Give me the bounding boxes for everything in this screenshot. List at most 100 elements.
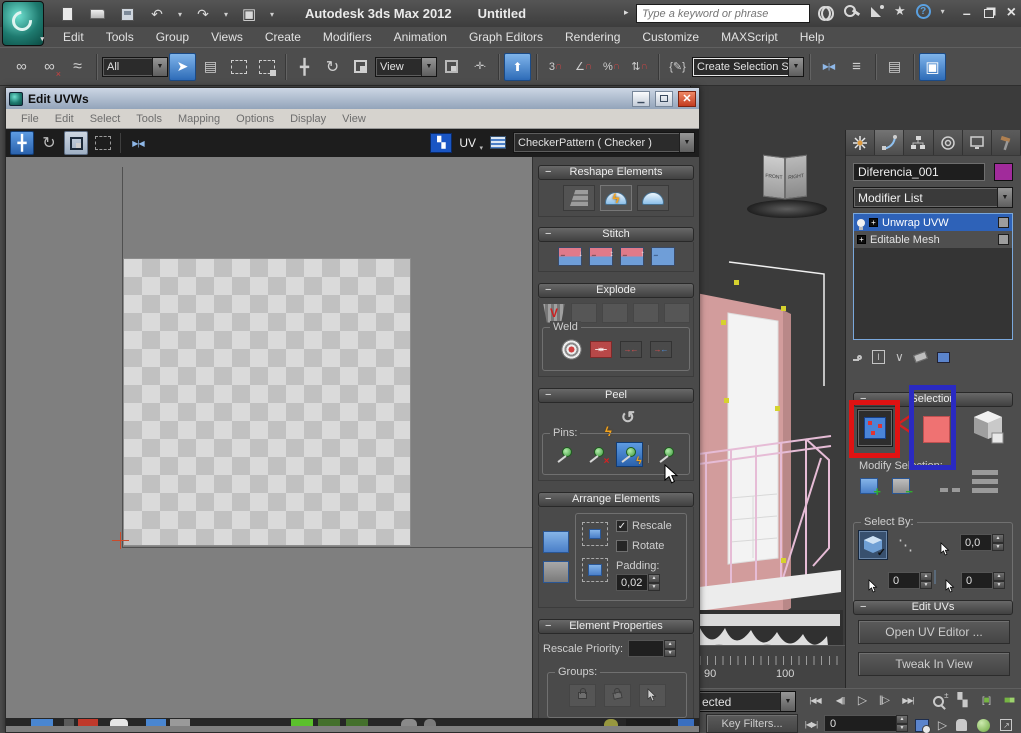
stitch-to-source-button[interactable]: ⁗↑ [620,247,644,266]
rescale-option[interactable]: ✓ Rescale [616,520,672,532]
tab-modify[interactable] [875,130,904,155]
reset-peel-button[interactable] [621,408,635,428]
explode-by-smoothing-button-disabled[interactable] [633,303,659,323]
make-unique-button[interactable]: ∨ [895,350,904,364]
render-setup-button[interactable] [919,53,946,81]
grow-selection-button[interactable]: + [856,474,882,498]
tab-utilities[interactable] [992,130,1021,155]
uvw-maximize-button[interactable] [655,91,673,107]
subscription-key-icon[interactable] [844,4,860,18]
stitch-to-target-button[interactable]: ⁗↕ [589,247,613,266]
reference-coordinate-arrow[interactable] [421,58,436,76]
snaps-toggle-button[interactable]: 3∩ [542,53,569,81]
object-name-field[interactable]: Diferencia_001 [853,163,985,181]
rearrange-button[interactable] [582,522,608,546]
select-object-button[interactable]: ➤ [169,53,196,81]
modifier-enabled-bulb-icon[interactable] [857,219,865,227]
rescale-priority-spinner[interactable]: ▲▼ [628,640,676,657]
track-bar[interactable]: 90 100 [690,645,845,688]
menu-graph-editors[interactable]: Graph Editors [458,30,554,44]
explode-by-angle-button-disabled[interactable] [571,303,597,323]
project-dropdown-arrow[interactable] [270,8,274,20]
use-pivot-center-button[interactable] [438,53,465,81]
stitch-header[interactable]: − Stitch [538,227,694,242]
group-selected-button-disabled[interactable] [569,684,596,707]
viewcube-front-face[interactable]: FRONT [763,155,785,200]
clipped-icon[interactable] [110,719,128,726]
spinner-arrows[interactable]: ▲▼ [920,572,932,589]
communication-center-icon[interactable] [870,5,884,18]
time-configuration-button[interactable] [912,716,932,733]
collapse-icon[interactable]: − [545,166,551,179]
spinner-arrows[interactable]: ▲▼ [664,640,676,657]
zoom-region-button[interactable]: ± [928,692,948,710]
selection-filter-dropdown[interactable]: All [102,57,168,77]
element-properties-header[interactable]: − Element Properties [538,619,694,634]
edit-uvs-rollout-header[interactable]: − Edit UVs [853,600,1013,615]
collapse-icon[interactable]: − [545,284,551,297]
select-by-point-button[interactable] [898,536,913,554]
uvw-close-button[interactable]: ✕ [678,91,696,107]
selection-dropdown-arrow[interactable] [780,692,795,711]
select-group-button-disabled[interactable] [639,684,666,707]
clipped-icon[interactable] [626,719,670,726]
key-filters-button[interactable]: Key Filters... [706,714,798,733]
menu-group[interactable]: Group [145,30,200,44]
collapse-icon[interactable]: − [545,228,551,241]
explode-by-material-button-disabled[interactable] [664,303,690,323]
orbit-button[interactable] [974,716,992,733]
open-file-button[interactable] [88,6,106,22]
collapse-icon[interactable]: − [860,601,866,614]
planar-angle-spinner[interactable]: 0,0 ▲▼ [960,534,1004,551]
angle-snap-button[interactable]: ∠∩ [570,53,597,81]
pan-view-flyout-button[interactable] [934,716,950,733]
select-and-rotate-button[interactable] [319,53,346,81]
expand-icon[interactable]: + [857,235,866,244]
explode-header[interactable]: − Explode [538,283,694,298]
zoom-extents-button[interactable]: [■] [975,691,997,709]
texture-dropdown-arrow[interactable] [679,133,694,152]
uvw-freeform-button[interactable] [91,131,115,155]
spinner-snap-button[interactable]: ⇅∩ [626,53,653,81]
redo-button[interactable] [194,6,212,22]
unlink-selection-button[interactable] [36,53,63,81]
menu-rendering[interactable]: Rendering [554,30,631,44]
uvw-move-button[interactable] [10,131,34,155]
tab-hierarchy[interactable] [904,130,933,155]
clipped-icon[interactable] [170,719,190,726]
stack-row-unwrap-uvw[interactable]: + Unwrap UVW [854,214,1012,231]
clipped-icon[interactable] [604,719,618,726]
3dsmax-logo-menu-button[interactable]: ▾ [2,1,44,46]
pin-selected-button[interactable] [552,442,579,467]
expand-icon[interactable]: + [869,218,878,227]
tab-display[interactable] [963,130,992,155]
weld-all-button[interactable]: →← [620,341,642,358]
clipped-icon[interactable] [318,719,340,726]
rotate-checkbox[interactable] [616,540,628,552]
menu-animation[interactable]: Animation [383,30,458,44]
pin-by-mouse-button[interactable] [654,442,681,467]
maximize-viewport-toggle[interactable]: ↗ [997,716,1015,733]
clipped-icon[interactable] [31,719,53,726]
straighten-selection-button[interactable] [563,185,595,211]
menu-tools[interactable]: Tools [95,30,145,44]
named-selection-sets-dropdown[interactable]: Create Selection Se [692,57,804,77]
search-icon[interactable] [818,6,834,17]
remove-modifier-button[interactable] [913,351,928,363]
menu-views[interactable]: Views [200,30,254,44]
pack-together-button[interactable] [543,561,569,583]
stitch-custom-button[interactable]: ⁗↓ [558,247,582,266]
menu-customize[interactable]: Customize [631,30,710,44]
material-id-spinner[interactable]: 0 ▲▼ [961,572,1005,589]
pin-stack-button[interactable] [857,355,862,360]
frame-spinner[interactable]: ▲▼ [896,715,908,732]
clipped-icon[interactable] [146,719,166,726]
select-by-material-id-button[interactable] [934,571,936,583]
favorites-star-icon[interactable] [894,3,906,19]
peel-header[interactable]: − Peel [538,388,694,403]
show-end-result-button[interactable]: I [872,350,885,364]
bind-to-spacewarp-button[interactable] [64,53,91,81]
help-icon[interactable]: ? [916,4,931,19]
rotate-option[interactable]: Rotate [616,540,664,552]
uvw-menu-mapping[interactable]: Mapping [170,113,228,125]
